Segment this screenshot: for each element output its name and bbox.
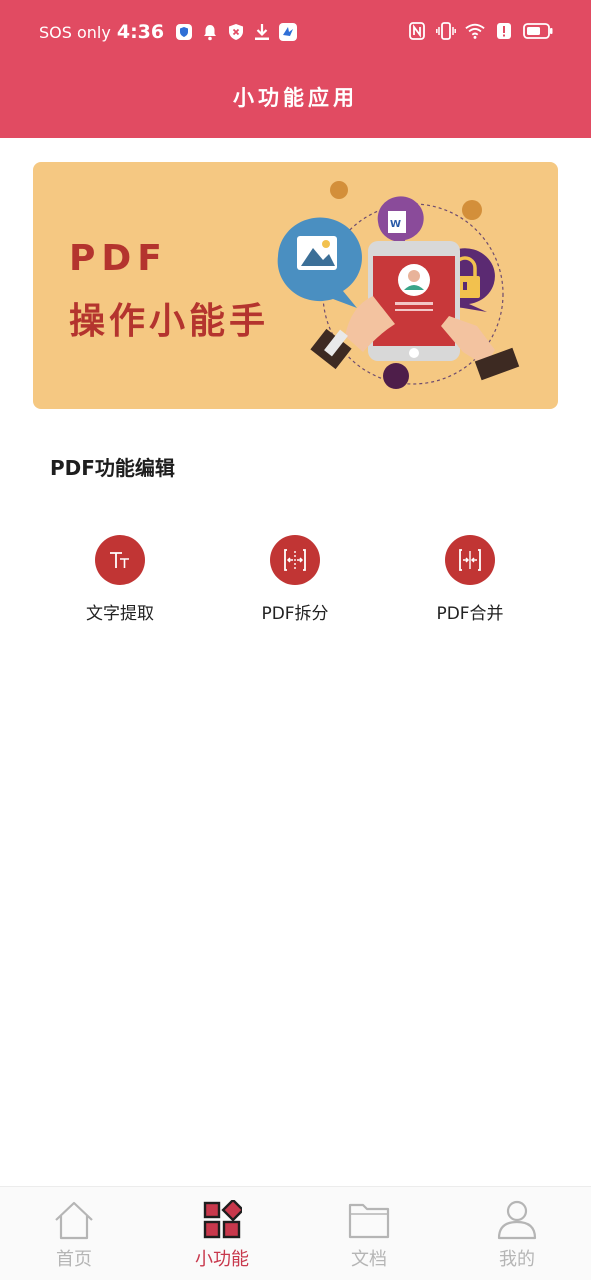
nav-profile[interactable]: 我的 bbox=[457, 1199, 577, 1271]
bird-app-icon bbox=[278, 22, 298, 42]
feature-pdf-split[interactable]: PDF拆分 bbox=[220, 535, 370, 624]
banner-title: PDF bbox=[69, 238, 168, 279]
banner-subtitle: 操作小能手 bbox=[69, 301, 270, 342]
shield-icon bbox=[174, 22, 194, 42]
vibrate-icon bbox=[436, 21, 456, 41]
status-bar: SOS only 4:36 bbox=[0, 0, 591, 66]
nfc-icon bbox=[407, 21, 427, 41]
carrier-text: SOS only bbox=[39, 22, 111, 42]
nav-label: 小功能 bbox=[195, 1249, 249, 1270]
feature-text-extract[interactable]: 文字提取 bbox=[45, 535, 195, 624]
merge-icon[interactable] bbox=[445, 535, 495, 585]
battery-icon bbox=[523, 21, 553, 41]
security-x-icon bbox=[226, 22, 246, 42]
banner-illustration: W bbox=[277, 181, 520, 389]
text-icon[interactable] bbox=[95, 535, 145, 585]
status-right bbox=[407, 21, 553, 41]
feature-pdf-merge[interactable]: PDF合并 bbox=[395, 535, 545, 624]
section-title: PDF功能编辑 bbox=[50, 456, 175, 480]
feature-label: PDF拆分 bbox=[261, 604, 329, 624]
folder-icon[interactable] bbox=[309, 1199, 429, 1241]
bell-icon bbox=[200, 22, 220, 42]
app-header: SOS only 4:36 小功能应用 bbox=[0, 0, 591, 138]
nav-label: 首页 bbox=[56, 1249, 92, 1270]
page-title: 小功能应用 bbox=[233, 86, 358, 110]
svg-text:W: W bbox=[390, 219, 401, 230]
feature-label: PDF合并 bbox=[436, 604, 504, 624]
download-icon bbox=[252, 22, 272, 42]
nav-widgets[interactable]: 小功能 bbox=[162, 1199, 282, 1271]
bottom-nav: 首页 小功能 文档 我的 bbox=[0, 1186, 591, 1280]
widgets-icon[interactable] bbox=[162, 1199, 282, 1241]
clock: 4:36 bbox=[116, 21, 165, 43]
alert-icon bbox=[494, 21, 514, 41]
home-icon[interactable] bbox=[14, 1199, 134, 1241]
nav-home[interactable]: 首页 bbox=[14, 1199, 134, 1271]
feature-label: 文字提取 bbox=[86, 604, 154, 624]
status-left: SOS only 4:36 bbox=[39, 21, 298, 43]
nav-label: 我的 bbox=[499, 1249, 535, 1270]
nav-documents[interactable]: 文档 bbox=[309, 1199, 429, 1271]
user-icon[interactable] bbox=[457, 1199, 577, 1241]
wifi-icon bbox=[465, 21, 485, 41]
nav-label: 文档 bbox=[351, 1249, 387, 1270]
split-icon[interactable] bbox=[270, 535, 320, 585]
promo-banner[interactable]: PDF 操作小能手 W bbox=[33, 162, 558, 409]
